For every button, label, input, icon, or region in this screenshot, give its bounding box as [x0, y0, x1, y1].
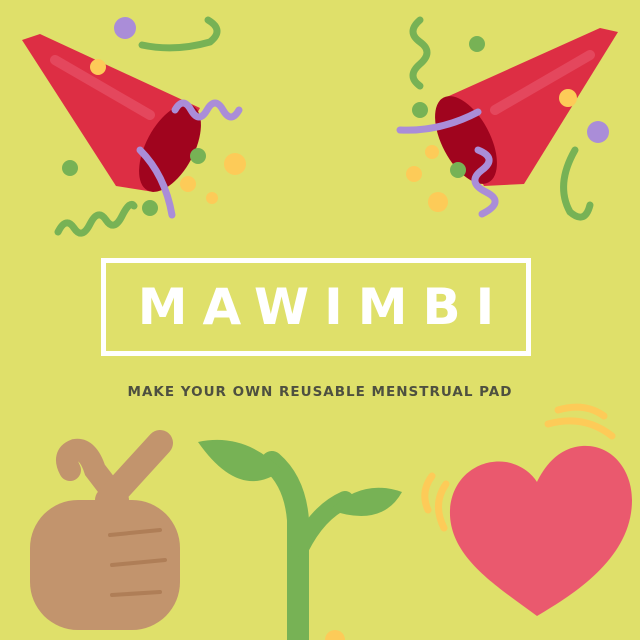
poster: MAWIMBI MAKE YOUR OWN REUSABLE MENSTRUAL…	[0, 0, 640, 640]
logo-frame: MAWIMBI	[101, 258, 531, 356]
brand-logo: MAWIMBI	[137, 278, 510, 336]
tagline: MAKE YOUR OWN REUSABLE MENSTRUAL PAD	[127, 384, 513, 400]
